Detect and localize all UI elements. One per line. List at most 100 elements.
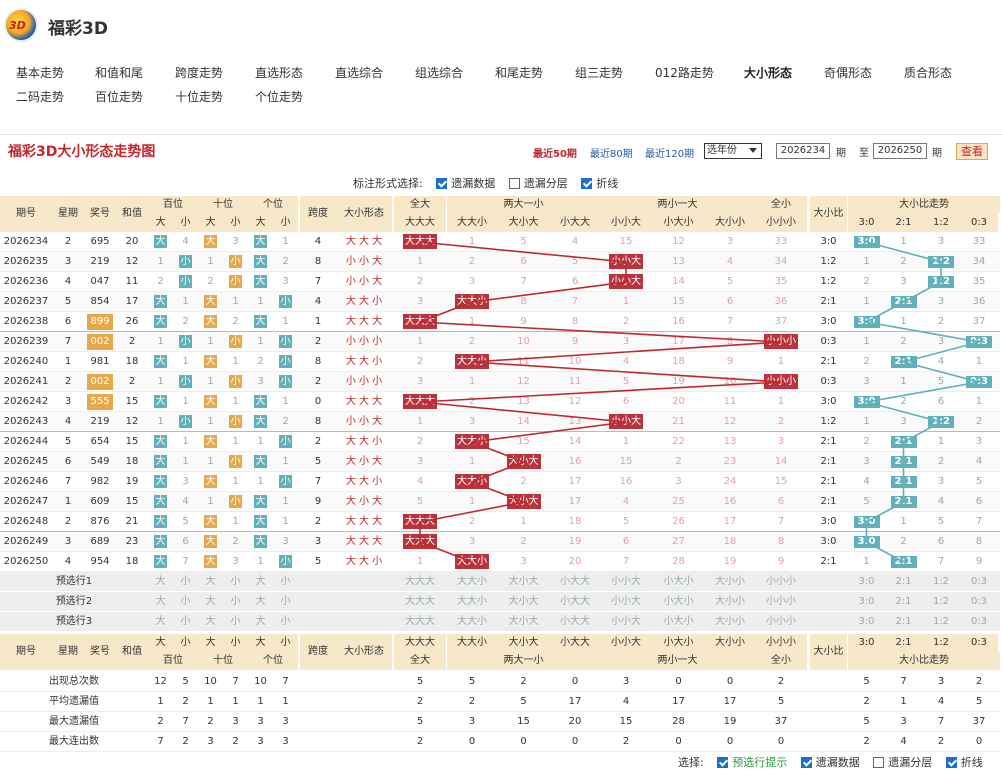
bottom-miss-data-label: 遗漏数据 — [815, 756, 860, 769]
stats-value: 19 — [723, 716, 737, 727]
ratio-miss: 1 — [900, 516, 907, 527]
polyline-checkbox[interactable] — [581, 178, 593, 189]
shape-cell: 大 大 小 — [345, 476, 383, 487]
week-cell: 6 — [64, 316, 72, 327]
nav-item-8[interactable]: 012路走势 — [655, 64, 714, 81]
pattern-hit: 大大大 — [403, 534, 437, 549]
nav-item-3[interactable]: 直选形态 — [255, 64, 303, 81]
nav-item-7[interactable]: 组三走势 — [575, 64, 623, 81]
digit-mark: 大 — [248, 412, 273, 432]
prize-header-bottom: 奖号 — [84, 634, 116, 670]
size-box: 大 — [204, 354, 217, 368]
pattern-miss: 3 — [416, 376, 424, 387]
ratio-miss: 2 — [863, 436, 870, 447]
year-select[interactable]: 选年份 — [704, 143, 762, 159]
week-cell: 3 — [64, 536, 72, 547]
stats-value: 0 — [726, 736, 734, 747]
pattern-header-6: 大小小 — [705, 213, 755, 232]
span-cell: 8 — [314, 356, 322, 367]
digit-miss: 1 — [257, 336, 264, 347]
ratio-hit: 3:0 — [853, 536, 880, 548]
digit-mark: 大 — [248, 252, 273, 272]
shape-cell: 大 大 小 — [345, 556, 383, 567]
nav-item-13[interactable]: 百位走势 — [95, 88, 143, 105]
nav-item-1[interactable]: 和值和尾 — [95, 64, 143, 81]
pattern-header-1: 大大小 — [447, 213, 497, 232]
nav-item-10[interactable]: 奇偶形态 — [824, 64, 872, 81]
nav-item-0[interactable]: 基本走势 — [16, 64, 64, 81]
pattern-miss: 7 — [520, 276, 527, 287]
pattern-miss: 3 — [777, 436, 785, 447]
issue-cell: 2026239 — [3, 336, 49, 347]
digit-mark: 大 — [248, 392, 273, 412]
digit-miss: 1 — [282, 396, 289, 407]
to-issue-input[interactable]: 2026250 — [873, 143, 927, 159]
bottom-miss-layer-checkbox[interactable] — [873, 757, 885, 768]
nav-item-2[interactable]: 跨度走势 — [175, 64, 223, 81]
digit-miss: 2 — [182, 316, 189, 327]
preselect-pattern: 小小大 — [611, 596, 641, 607]
digit-miss: 4 — [182, 496, 189, 507]
last-120-link[interactable]: 最近120期 — [645, 145, 694, 160]
prize-cell: 002 — [84, 372, 116, 392]
issue-cell: 2026250 — [3, 556, 49, 567]
miss-data-checkbox[interactable] — [436, 178, 448, 189]
ratio-miss: 5 — [937, 516, 945, 527]
last-80-link[interactable]: 最近80期 — [590, 145, 633, 160]
sum-cell: 19 — [125, 476, 139, 487]
query-button[interactable]: 查看 — [956, 143, 988, 160]
from-issue-input[interactable]: 2026234 — [776, 143, 830, 159]
stats-label: 平均遗漏值 — [49, 696, 99, 707]
stats-value: 17 — [672, 696, 685, 707]
issue-cell: 2026236 — [3, 276, 49, 287]
span-cell: 0 — [314, 396, 322, 407]
nav-item-6[interactable]: 和尾走势 — [495, 64, 543, 81]
digit-miss: 1 — [232, 476, 239, 487]
stats-value: 5 — [520, 696, 527, 707]
size-box: 大 — [154, 554, 167, 568]
pattern-miss: 21 — [672, 416, 685, 427]
nav-item-9[interactable]: 大小形态 — [744, 64, 792, 81]
miss-layer-checkbox[interactable] — [508, 178, 520, 189]
digit-subheader: 小 — [173, 213, 198, 232]
digit-mark: 大 — [248, 452, 273, 472]
digit-miss: 1 — [207, 416, 214, 427]
zhi-label: 至 — [859, 148, 869, 159]
digit-miss: 4 — [182, 236, 189, 247]
stats-value: 20 — [568, 716, 582, 727]
last-50-link[interactable]: 最近50期 — [533, 145, 577, 160]
nav-item-11[interactable]: 质合形态 — [904, 64, 952, 81]
ratio-col-header-bottom: 0:3 — [960, 634, 998, 652]
ratio-miss: 4 — [863, 476, 870, 487]
digit-mark: 大 — [248, 312, 273, 332]
preselect-pattern: 大大小 — [457, 576, 487, 587]
ratio-miss: 1 — [863, 256, 870, 267]
nav-item-15[interactable]: 个位走势 — [255, 88, 303, 105]
nav-item-12[interactable]: 二码走势 — [16, 88, 64, 105]
size-box: 大 — [254, 394, 267, 408]
shape-cell: 大 大 大 — [345, 516, 383, 527]
digit-mark: 小 — [173, 272, 198, 292]
preselect-hint-checkbox[interactable] — [717, 757, 729, 768]
ratio-miss: 2 — [937, 316, 945, 327]
pattern-hit: 小小小 — [764, 334, 798, 349]
stats-value: 5 — [863, 716, 870, 727]
stats-value: 3 — [257, 716, 264, 727]
stats-value: 2 — [232, 736, 239, 747]
bottom-polyline-checkbox[interactable] — [945, 757, 957, 768]
shape-header-bottom: 大小形态 — [336, 634, 392, 670]
bottom-miss-data-checkbox[interactable] — [800, 757, 812, 768]
ratio-hit: 0:3 — [966, 336, 992, 348]
nav-item-14[interactable]: 十位走势 — [175, 88, 223, 105]
sum-cell: 12 — [125, 416, 139, 427]
nav-item-5[interactable]: 组选综合 — [415, 64, 463, 81]
ratio-miss: 2 — [937, 456, 945, 467]
issue-header: 期号 — [0, 196, 52, 232]
stats-value: 2 — [182, 696, 189, 707]
nav-item-4[interactable]: 直选综合 — [335, 64, 383, 81]
digit-miss: 7 — [182, 556, 189, 567]
pattern-miss: 4 — [571, 236, 579, 247]
ratio-miss: 1 — [975, 356, 983, 367]
pattern-miss: 6 — [726, 296, 734, 307]
prize-number: 609 — [90, 496, 110, 507]
